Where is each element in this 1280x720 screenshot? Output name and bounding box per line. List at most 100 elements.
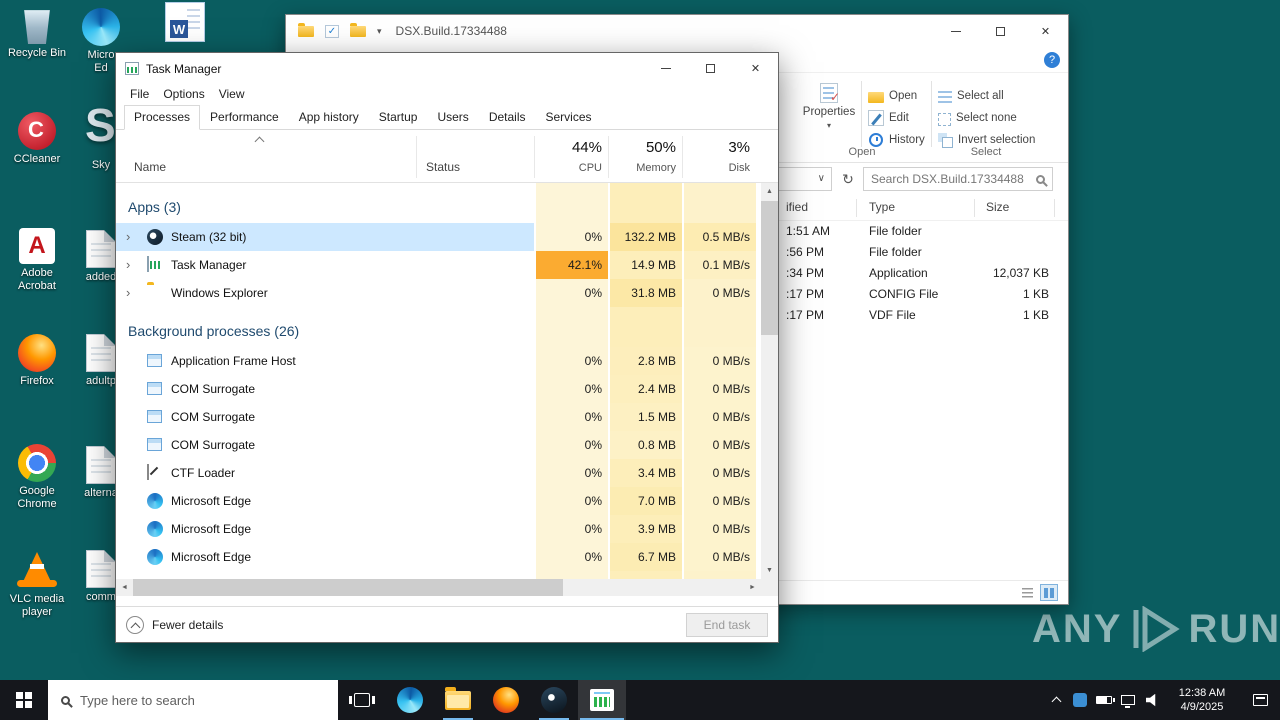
column-size[interactable]: Size [986,200,1009,214]
expand-chevron-icon[interactable]: › [126,229,130,244]
tab-users[interactable]: Users [427,105,478,130]
explorer-titlebar[interactable]: ✓ ▾ DSX.Build.17334488 ✕ [286,15,1068,47]
memory-cell: 2.8 MB [610,347,682,375]
column-date-modified[interactable]: ified [786,200,808,214]
menu-options[interactable]: Options [156,87,211,101]
network-tray-button[interactable] [1116,680,1140,720]
desktop-icon-vlc[interactable]: VLC media player [2,552,72,619]
action-center-button[interactable] [1240,680,1280,720]
vertical-scrollbar-thumb[interactable] [761,201,778,335]
explorer-minimize-button[interactable] [933,15,978,47]
process-row[interactable]: Application Frame Host 0% 2.8 MB 0 MB/s [116,347,761,375]
cpu-cell [536,183,608,223]
taskbar-edge-icon[interactable] [386,680,434,720]
horizontal-scrollbar[interactable]: ◄ ► [116,579,761,596]
open-button[interactable]: Open [868,85,925,107]
process-row[interactable]: COM Surrogate 0% 1.5 MB 0 MB/s [116,403,761,431]
watermark-any: ANY [1032,607,1122,652]
taskmgr-close-button[interactable]: ✕ [733,53,778,84]
process-row[interactable]: Microsoft Edge 0% 3.9 MB 0 MB/s [116,515,761,543]
tab-services[interactable]: Services [536,105,602,130]
explorer-maximize-button[interactable] [978,15,1023,47]
tab-performance[interactable]: Performance [200,105,289,130]
column-cpu[interactable]: CPU [536,162,602,174]
fewer-details-icon[interactable] [126,616,144,634]
properties-button[interactable]: Properties ▾ [800,83,858,130]
column-name[interactable]: Name [134,160,166,174]
taskbar-taskview-button[interactable] [338,680,386,720]
process-row[interactable]: › Steam (32 bit) 0% 132.2 MB 0.5 MB/s [116,223,761,251]
desktop-icon-adobe[interactable]: Adobe Acrobat [2,228,72,293]
process-row[interactable]: Microsoft Edge 0% 7.0 MB 0 MB/s [116,487,761,515]
process-row[interactable]: COM Surrogate 0% 0.8 MB 0 MB/s [116,431,761,459]
taskbar-firefox-icon[interactable] [482,680,530,720]
process-row[interactable]: COM Surrogate 0% 2.4 MB 0 MB/s [116,375,761,403]
speaker-tray-button[interactable] [1140,680,1164,720]
edit-icon [868,110,884,126]
memory-cell: 31.8 MB [610,279,682,307]
address-dropdown-icon[interactable]: ∨ [818,173,825,184]
process-group-row[interactable]: Apps (3) [116,183,761,223]
firefox-icon [18,334,56,372]
taskmgr-maximize-button[interactable] [688,53,733,84]
process-row[interactable]: Microsoft Edge 0% 6.7 MB 0 MB/s [116,543,761,571]
taskbar-clock[interactable]: 12:38 AM 4/9/2025 [1164,686,1240,714]
scroll-up-icon[interactable]: ▲ [761,183,778,200]
desktop-icon-firefox[interactable]: Firefox [2,334,72,388]
edit-button[interactable]: Edit [868,107,925,129]
taskbar-taskmgr-icon[interactable] [578,680,626,720]
process-name: COM Surrogate [171,382,255,396]
quick-access-properties-icon[interactable]: ✓ [325,25,339,38]
doc-comm-icon [86,550,116,588]
taskbar-search[interactable]: Type here to search [48,680,338,720]
expand-chevron-icon[interactable]: › [126,285,130,300]
search-icon [61,696,70,705]
quick-access-new-folder-icon[interactable] [350,26,366,37]
column-type[interactable]: Type [869,200,895,214]
refresh-icon[interactable]: ↻ [837,167,859,191]
details-view-icon[interactable] [1018,584,1036,601]
explorer-search-box[interactable]: Search DSX.Build.17334488 [863,167,1053,191]
thumbnail-view-icon[interactable] [1040,584,1058,601]
desktop-icon-recycle-bin[interactable]: Recycle Bin [2,8,72,60]
file-type: CONFIG File [869,287,938,301]
tab-startup[interactable]: Startup [369,105,428,130]
agent-tray-button[interactable] [1068,680,1092,720]
process-row[interactable]: › Task Manager 42.1% 14.9 MB 0.1 MB/s [116,251,761,279]
scroll-down-icon[interactable]: ▼ [761,562,778,579]
scroll-right-icon[interactable]: ► [744,579,761,596]
taskmgr-titlebar[interactable]: Task Manager ✕ [116,53,778,84]
process-row[interactable]: › Windows Explorer 0% 31.8 MB 0 MB/s [116,279,761,307]
cpu-cell: 0% [536,487,608,515]
hidden-icons-button[interactable] [1044,680,1068,720]
desktop-icon-chrome[interactable]: Google Chrome [2,444,72,511]
explorer-close-button[interactable]: ✕ [1023,15,1068,47]
start-button[interactable] [0,680,48,720]
desktop-icon-word[interactable] [150,2,220,45]
end-task-button[interactable]: End task [686,613,768,637]
select-none-button[interactable]: Select none [938,107,1035,129]
menu-view[interactable]: View [212,87,252,101]
menu-file[interactable]: File [123,87,156,101]
tab-processes[interactable]: Processes [124,105,200,130]
vertical-scrollbar[interactable]: ▲ ▼ [761,183,778,579]
column-disk[interactable]: Disk [684,162,750,174]
taskbar-explorer-icon[interactable] [434,680,482,720]
expand-chevron-icon[interactable]: › [126,257,130,272]
taskmgr-minimize-button[interactable] [643,53,688,84]
column-status[interactable]: Status [426,160,460,174]
taskbar-steam-icon[interactable] [530,680,578,720]
desktop-icon-ccleaner[interactable]: CCleaner [2,112,72,166]
battery-tray-button[interactable] [1092,680,1116,720]
fewer-details-label[interactable]: Fewer details [152,618,223,632]
process-group-row[interactable]: Background processes (26) [116,307,761,347]
tab-details[interactable]: Details [479,105,536,130]
select-all-button[interactable]: Select all [938,85,1035,107]
column-memory[interactable]: Memory [610,162,676,174]
help-icon[interactable]: ? [1044,52,1060,68]
quick-access-customize-icon[interactable]: ▾ [377,26,382,37]
scroll-left-icon[interactable]: ◄ [116,579,133,596]
process-row[interactable]: CTF Loader 0% 3.4 MB 0 MB/s [116,459,761,487]
horizontal-scrollbar-thumb[interactable] [133,579,563,596]
tab-app-history[interactable]: App history [289,105,369,130]
